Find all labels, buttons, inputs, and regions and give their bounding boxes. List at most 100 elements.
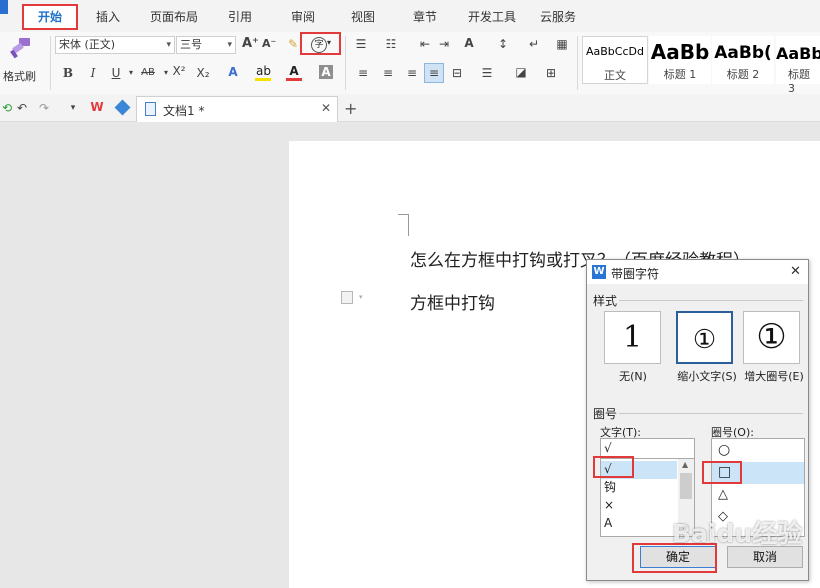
watermark: Baidu经验 <box>672 519 803 548</box>
border-icon[interactable]: ⊞ <box>544 66 558 80</box>
tab-insert[interactable]: 插入 <box>96 8 120 25</box>
highlight-icon[interactable]: ab <box>256 64 271 78</box>
quick-access-dropdown-icon[interactable]: ▾ <box>66 101 80 115</box>
format-painter-label[interactable]: 格式刷 <box>3 68 36 84</box>
document-line-2[interactable]: 方框中打钩 <box>410 289 495 314</box>
option-glyph: 1 <box>622 320 643 355</box>
increase-indent-icon[interactable]: ⇥ <box>437 37 451 51</box>
list-item[interactable]: × <box>604 497 614 514</box>
highlight-color-bar <box>255 78 271 81</box>
divider <box>577 36 578 90</box>
font-color-bar <box>286 78 302 81</box>
style-name: 标题 2 <box>726 68 760 81</box>
style-heading-1[interactable]: AaBb 标题 1 <box>649 36 711 84</box>
style-sample: AaBb( <box>714 43 772 63</box>
wps-logo-icon[interactable]: W <box>89 100 105 114</box>
style-option-none[interactable]: 1 <box>604 311 661 364</box>
clear-format-icon[interactable]: ✎ <box>286 37 300 51</box>
document-tab[interactable]: 文档1 * ✕ <box>136 96 338 122</box>
italic-icon[interactable]: I <box>86 66 100 80</box>
chevron-down-icon[interactable]: ▾ <box>359 293 363 301</box>
sort-icon[interactable]: ↕ <box>496 37 510 51</box>
ribbon-tab-bar <box>0 0 820 32</box>
paint-bucket-icon[interactable]: ◪ <box>514 65 528 79</box>
margin-mark <box>408 214 409 236</box>
align-right-icon[interactable]: ≡ <box>405 66 419 80</box>
style-sample: AaBbCcDd <box>586 45 644 58</box>
style-option-label: 无(N) <box>619 370 647 383</box>
style-option-enlarge-ring[interactable]: ① <box>743 311 800 364</box>
style-name: 标题 3 <box>788 68 810 95</box>
document-tab-title: 文档1 * <box>163 104 205 118</box>
text-effect-icon[interactable]: A <box>226 65 240 79</box>
save-icon[interactable]: ⟲ <box>0 101 14 115</box>
tab-section[interactable]: 章节 <box>413 8 437 25</box>
decrease-indent-icon[interactable]: ⇤ <box>418 37 432 51</box>
divider <box>50 36 51 90</box>
underline-icon[interactable]: U <box>109 66 123 80</box>
app-menu-button[interactable] <box>0 0 8 14</box>
chevron-down-icon[interactable]: ▾ <box>159 66 173 80</box>
tab-home[interactable]: 开始 <box>22 4 78 30</box>
font-size-select[interactable]: 三号 ▾ <box>176 36 236 54</box>
font-name-select[interactable]: 宋体 (正文) ▾ <box>55 36 175 54</box>
dialog-title: 带圈字符 <box>611 267 660 281</box>
grow-font-icon[interactable]: A⁺ <box>242 37 259 51</box>
scrollbar-thumb[interactable] <box>680 473 692 499</box>
enclosure-section-label: 圈号 <box>593 407 618 421</box>
circle-icon[interactable]: ○ <box>718 442 730 459</box>
distributed-align-icon[interactable]: ⊟ <box>450 66 464 80</box>
style-option-label: 缩小文字(S) <box>677 370 737 383</box>
numbered-list-icon[interactable]: ☷ <box>384 37 398 51</box>
justify-button[interactable]: ≡ <box>424 63 444 83</box>
tab-view[interactable]: 视图 <box>351 8 375 25</box>
tab-references[interactable]: 引用 <box>228 8 252 25</box>
align-left-icon[interactable]: ≡ <box>356 66 370 80</box>
bold-icon[interactable]: B <box>61 66 75 80</box>
dialog-titlebar[interactable]: W 带圈字符 ✕ <box>587 260 808 284</box>
shrink-font-icon[interactable]: A⁻ <box>262 37 276 51</box>
list-item[interactable]: 钩 <box>604 479 616 496</box>
bullet-list-icon[interactable]: ☰ <box>354 37 368 51</box>
redo-icon[interactable]: ↷ <box>37 101 51 115</box>
font-color-icon[interactable]: A <box>287 64 301 78</box>
style-section-label: 样式 <box>593 294 618 308</box>
align-justify-icon: ≡ <box>428 66 440 80</box>
text-input-value: √ <box>604 441 612 455</box>
char-shading-icon[interactable]: A <box>319 65 333 79</box>
style-sample: AaBb <box>650 40 710 64</box>
annotation-box <box>300 32 341 55</box>
format-painter-icon[interactable] <box>8 36 34 60</box>
close-icon[interactable]: ✕ <box>790 264 801 279</box>
scroll-up-icon[interactable]: ▲ <box>682 460 688 469</box>
option-glyph: ① <box>692 325 717 355</box>
list-item[interactable]: A <box>604 515 612 532</box>
chevron-down-icon[interactable]: ▾ <box>124 66 138 80</box>
option-glyph: ① <box>756 317 787 357</box>
tab-cloud-service[interactable]: 云服务 <box>540 8 576 25</box>
align-center-icon[interactable]: ≡ <box>381 66 395 80</box>
strikethrough-icon[interactable]: AB <box>138 66 158 80</box>
show-marks-icon[interactable]: ↵ <box>527 37 541 51</box>
subscript-icon[interactable]: X₂ <box>196 66 210 80</box>
line-spacing-icon[interactable]: ☰ <box>480 66 494 80</box>
style-sample: AaBb <box>776 44 820 63</box>
triangle-icon[interactable]: △ <box>718 486 728 503</box>
tab-page-layout[interactable]: 页面布局 <box>150 8 198 25</box>
style-heading-3[interactable]: AaBb 标题 3 <box>776 36 820 95</box>
chinese-layout-icon[interactable]: A <box>462 36 476 50</box>
new-tab-icon[interactable]: + <box>344 99 357 118</box>
divider <box>619 413 803 414</box>
style-option-shrink-text[interactable]: ① <box>676 311 733 364</box>
wps-writer-icon: W <box>592 265 606 279</box>
style-normal[interactable]: AaBbCcDd 正文 <box>582 36 648 84</box>
tab-developer[interactable]: 开发工具 <box>468 8 516 25</box>
tab-review[interactable]: 审阅 <box>291 8 315 25</box>
paragraph-handle-icon[interactable] <box>341 291 353 304</box>
close-icon[interactable]: ✕ <box>321 101 331 115</box>
table-icon[interactable]: ▦ <box>555 37 569 51</box>
divider <box>345 36 346 90</box>
style-heading-2[interactable]: AaBb( 标题 2 <box>712 36 774 84</box>
undo-icon[interactable]: ↶ <box>15 101 29 115</box>
superscript-icon[interactable]: X² <box>172 64 186 78</box>
